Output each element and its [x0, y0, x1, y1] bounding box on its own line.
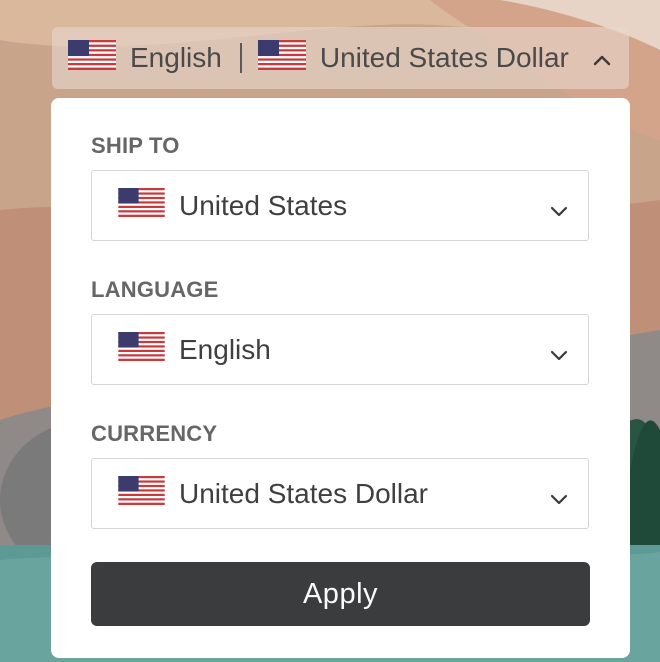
currency-select[interactable]: United States Dollar: [91, 458, 589, 529]
us-flag-icon: [118, 187, 165, 224]
chevron-down-icon: [549, 340, 569, 361]
header-divider: [239, 43, 242, 73]
currency-label: CURRENCY: [91, 421, 218, 446]
chevron-up-icon[interactable]: [591, 47, 613, 69]
language-label: LANGUAGE: [91, 277, 219, 302]
chevron-down-icon: [549, 484, 569, 505]
chevron-down-icon: [549, 196, 569, 217]
us-flag-icon: [118, 475, 165, 512]
header-currency-label: United States Dollar: [319, 42, 569, 73]
us-flag-icon: [118, 331, 165, 368]
ship-to-label: SHIP TO: [91, 133, 180, 158]
us-flag-icon: [68, 39, 116, 77]
language-select[interactable]: English: [91, 314, 589, 385]
ship-to-value: United States: [179, 189, 348, 221]
locale-toggle-bar[interactable]: English United States Dollar: [52, 27, 629, 89]
apply-button[interactable]: Apply: [91, 562, 590, 626]
header-language-label: English: [130, 42, 222, 73]
us-flag-icon: [257, 39, 306, 77]
language-value: English: [179, 333, 271, 365]
locale-panel: SHIP TO United States LANGUAGE English C…: [51, 98, 630, 658]
currency-value: United States Dollar: [179, 477, 429, 509]
ship-to-select[interactable]: United States: [91, 170, 589, 241]
